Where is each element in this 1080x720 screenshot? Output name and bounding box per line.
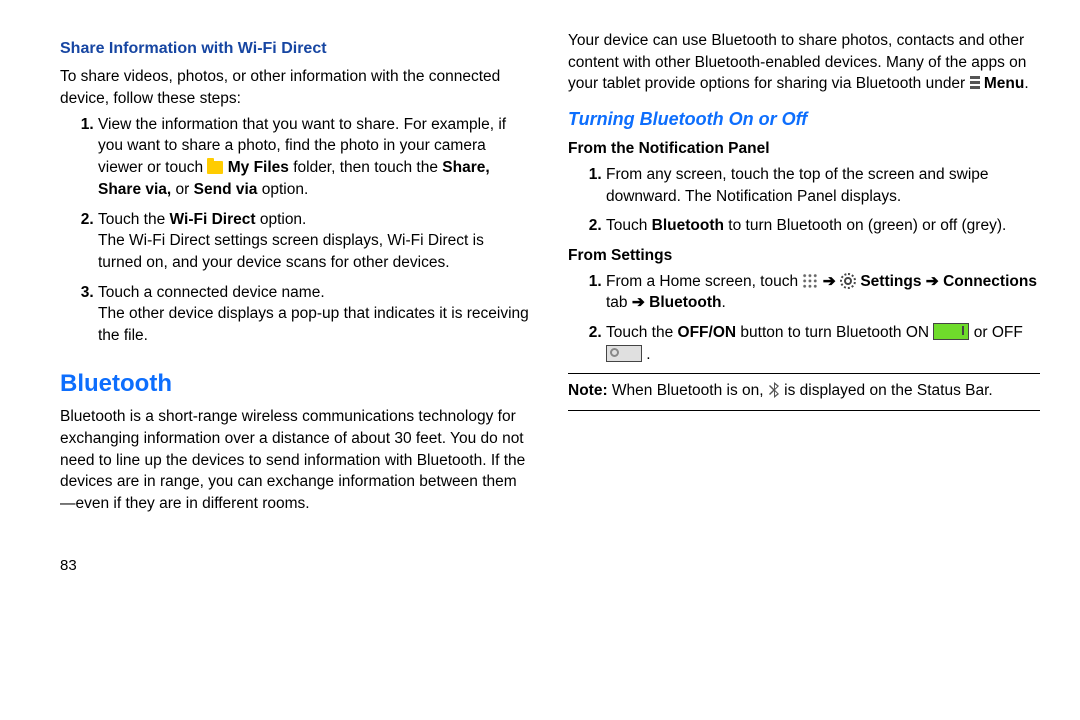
bluetooth-paragraph: Bluetooth is a short-range wireless comm… <box>60 406 532 514</box>
settings-step-1: From a Home screen, touch ➔ Settings ➔ C… <box>606 271 1040 314</box>
heading-from-settings: From Settings <box>568 245 1040 267</box>
heading-turning-bluetooth: Turning Bluetooth On or Off <box>568 107 1040 132</box>
folder-icon <box>207 161 223 174</box>
heading-bluetooth: Bluetooth <box>60 367 532 401</box>
divider <box>568 373 1040 374</box>
heading-share-wifi-direct: Share Information with Wi-Fi Direct <box>60 38 532 60</box>
intro-paragraph: To share videos, photos, or other inform… <box>60 66 532 109</box>
gear-icon <box>840 273 856 289</box>
divider <box>568 410 1040 411</box>
toggle-off-icon <box>606 345 642 362</box>
page-number: 83 <box>60 555 532 576</box>
notif-step-2: Touch Bluetooth to turn Bluetooth on (gr… <box>606 215 1040 237</box>
bluetooth-share-paragraph: Your device can use Bluetooth to share p… <box>568 30 1040 95</box>
step-2: Touch the Wi-Fi Direct option. The Wi-Fi… <box>98 209 532 274</box>
note: Note: When Bluetooth is on, is displayed… <box>568 380 1040 403</box>
bluetooth-icon <box>768 381 780 403</box>
settings-steps: From a Home screen, touch ➔ Settings ➔ C… <box>584 271 1040 366</box>
heading-from-notification: From the Notification Panel <box>568 138 1040 160</box>
wifi-direct-steps: View the information that you want to sh… <box>76 114 532 347</box>
menu-icon <box>970 76 980 90</box>
notif-step-1: From any screen, touch the top of the sc… <box>606 164 1040 207</box>
right-column: Your device can use Bluetooth to share p… <box>568 30 1040 576</box>
notification-steps: From any screen, touch the top of the sc… <box>584 164 1040 237</box>
left-column: Share Information with Wi-Fi Direct To s… <box>60 30 532 576</box>
apps-icon <box>802 273 818 289</box>
toggle-on-icon <box>933 323 969 340</box>
step-3: Touch a connected device name. The other… <box>98 282 532 347</box>
step-1: View the information that you want to sh… <box>98 114 532 201</box>
settings-step-2: Touch the OFF/ON button to turn Bluetoot… <box>606 322 1040 365</box>
